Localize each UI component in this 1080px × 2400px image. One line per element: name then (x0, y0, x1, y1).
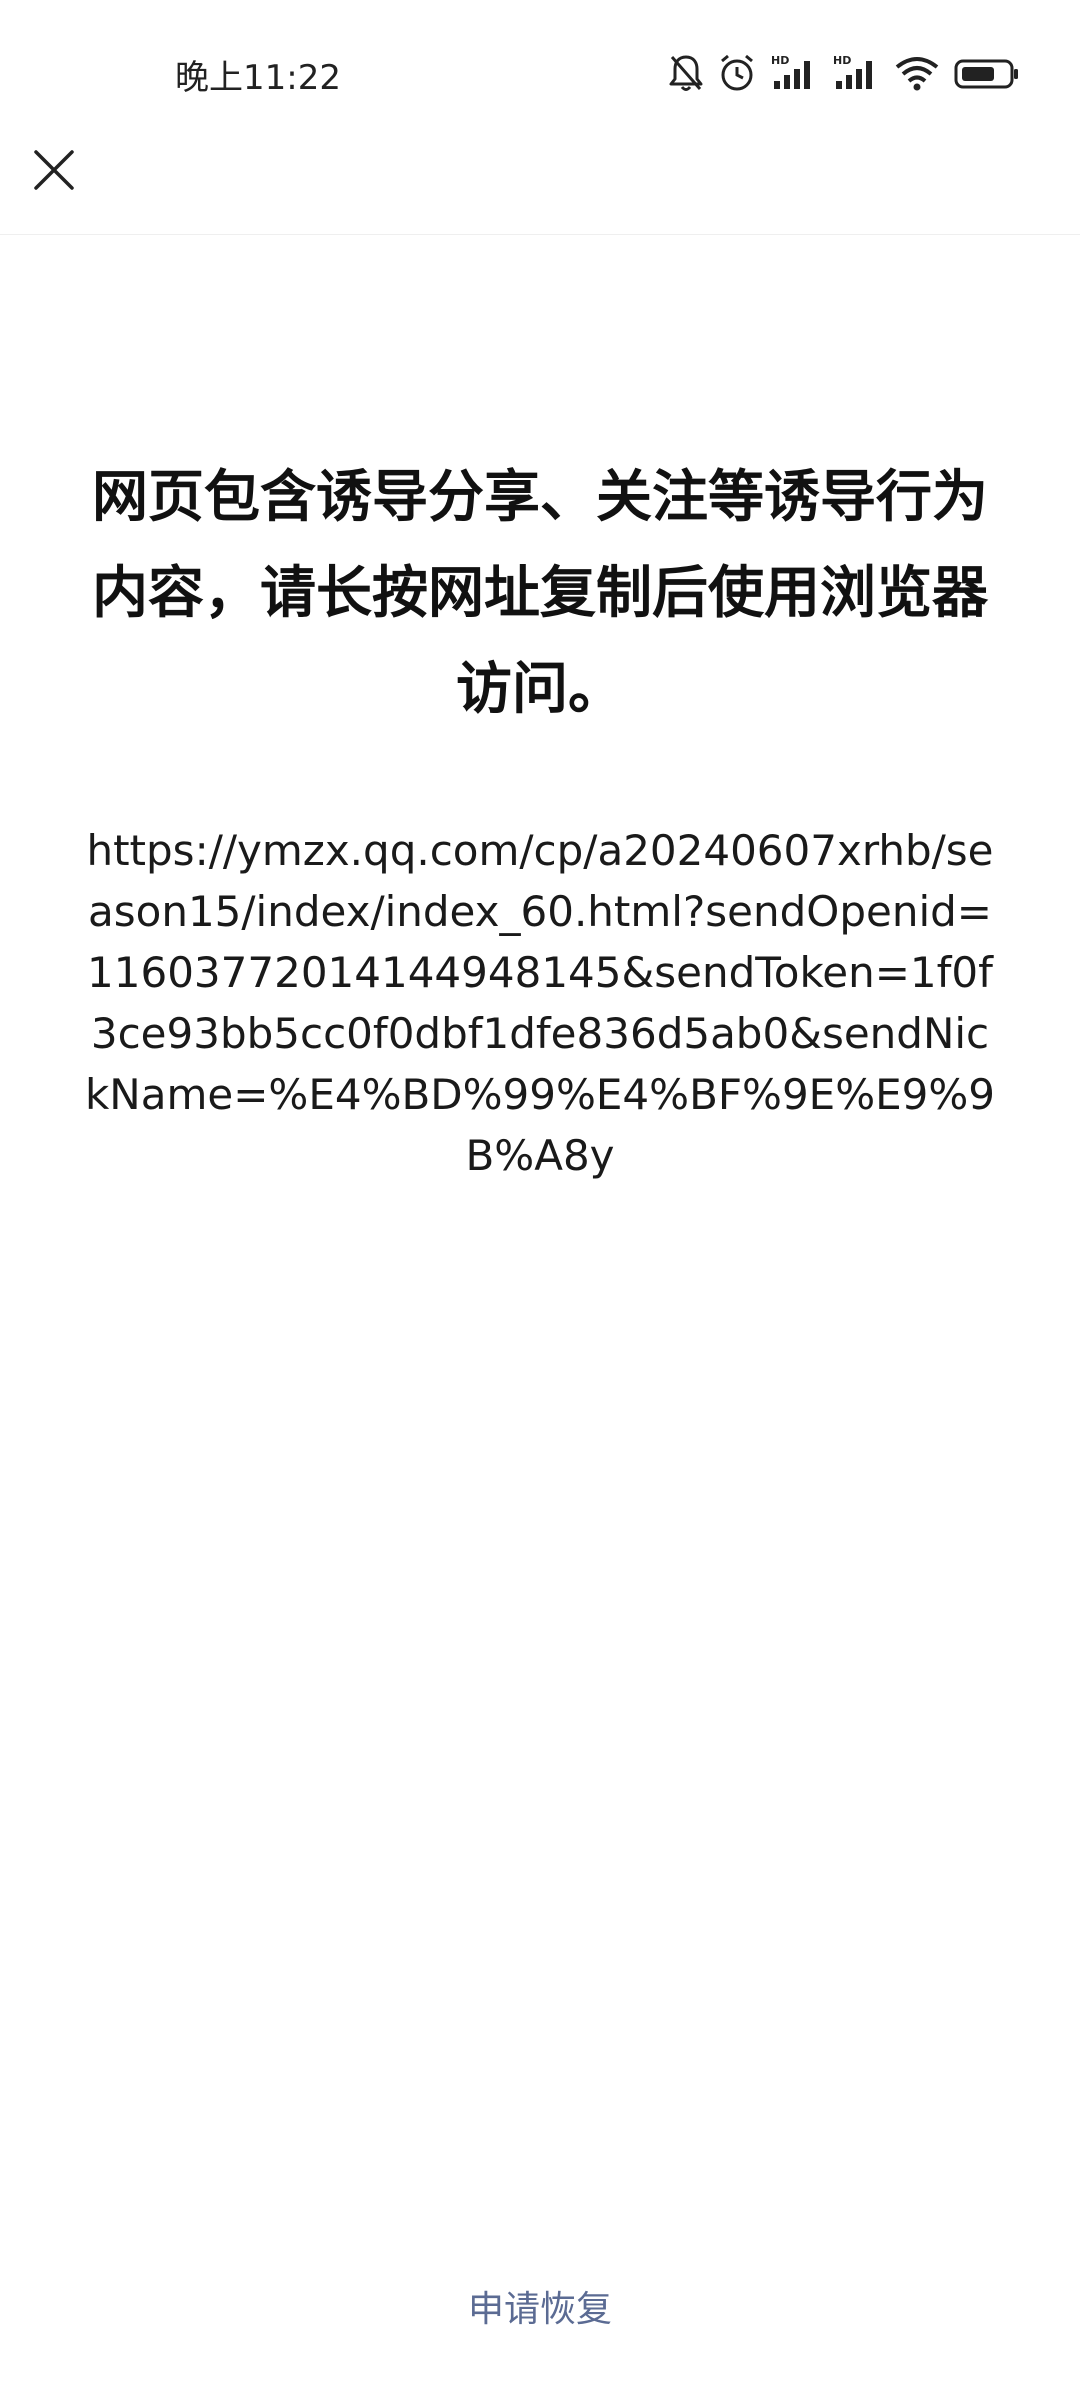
warning-message: 网页包含诱导分享、关注等诱导行为内容，请长按网址复制后使用浏览器访问。 (92, 465, 988, 722)
blocked-url[interactable]: https://ymzx.qq.com/cp/a20240607xrhb/sea… (80, 820, 1000, 1186)
nav-bar (0, 140, 1080, 235)
appeal-restore-link[interactable]: 申请恢复 (0, 2280, 1080, 2332)
status-time: 晚上11:22 (175, 58, 341, 98)
hd-label: HD (771, 54, 789, 67)
alarm-icon (718, 53, 756, 97)
close-button[interactable] (22, 140, 86, 204)
wifi-icon (894, 53, 940, 97)
hd-signal-icon: HD (770, 53, 818, 97)
status-bar: 晚上11:22 HD HD (0, 0, 1080, 140)
status-icons: HD HD (668, 52, 1020, 98)
battery-icon (954, 53, 1020, 97)
hd-signal-icon: HD (832, 53, 880, 97)
bell-off-icon (668, 53, 704, 97)
hd-label: HD (833, 54, 851, 67)
close-icon (33, 149, 75, 195)
